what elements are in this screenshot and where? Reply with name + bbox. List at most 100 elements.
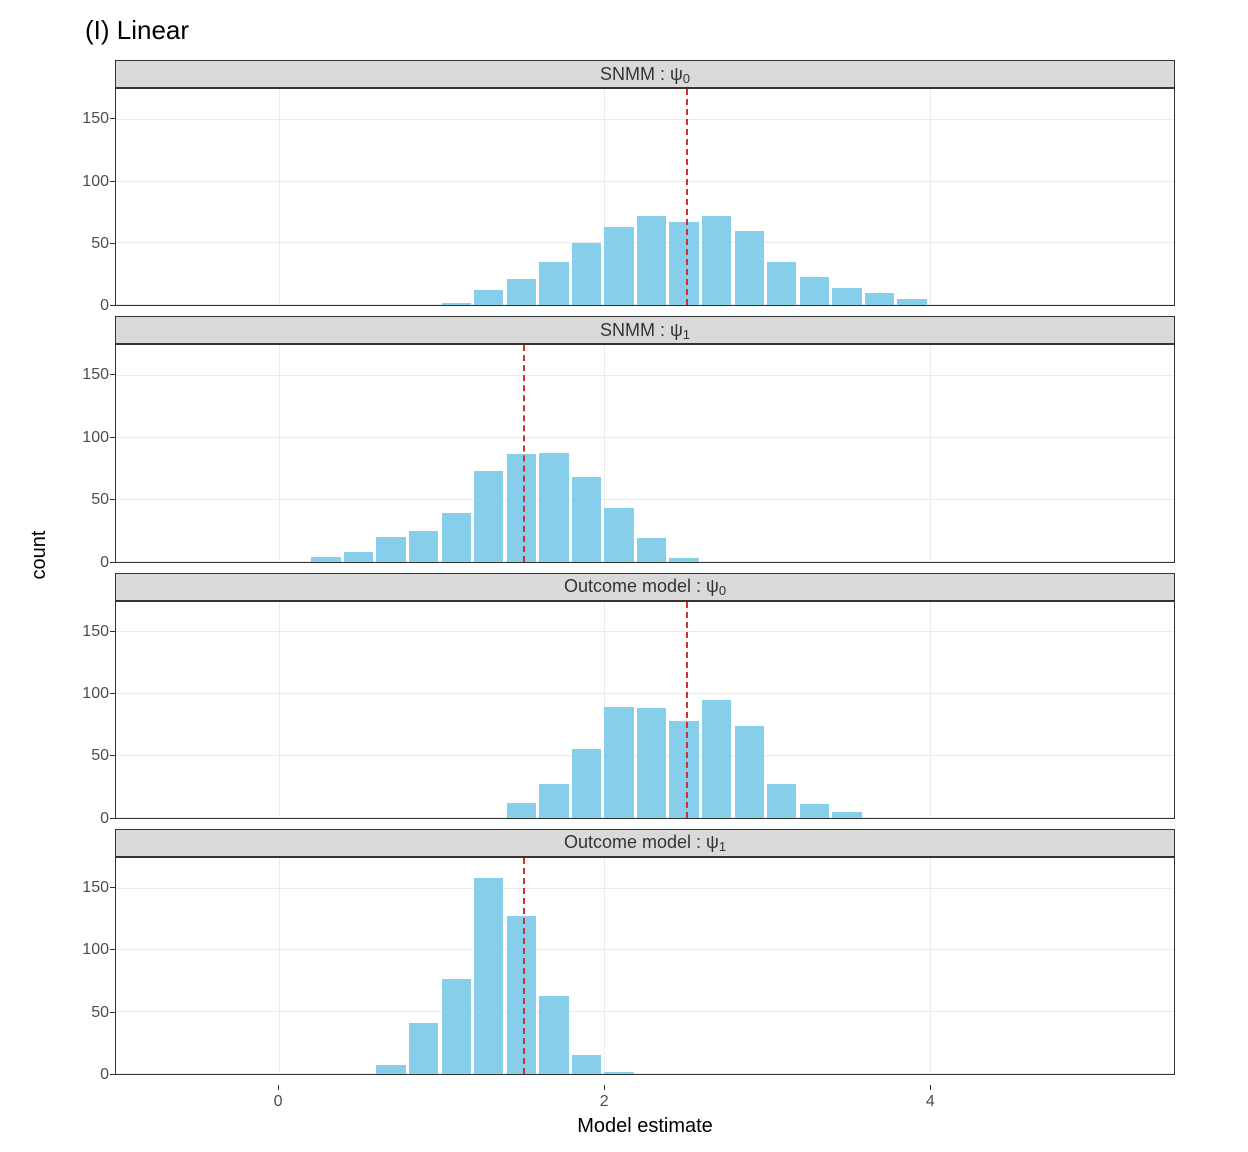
histogram-bar xyxy=(442,303,471,305)
gridline-h xyxy=(116,1073,1174,1074)
y-tick-label: 0 xyxy=(100,554,109,572)
x-tick-label: 4 xyxy=(926,1093,935,1111)
histogram-bar xyxy=(897,299,926,305)
histogram-bar xyxy=(800,804,829,818)
histogram-bar xyxy=(604,227,633,305)
facet-3: Outcome model : ψ1 xyxy=(115,829,1175,1075)
gridline-h xyxy=(116,375,1174,376)
histogram-bar xyxy=(669,558,698,562)
gridline-h xyxy=(116,499,1174,500)
strip-label: SNMM : ψ xyxy=(600,320,683,341)
gridline-h xyxy=(116,693,1174,694)
x-tick-mark xyxy=(604,1085,605,1090)
facet-1: SNMM : ψ1 xyxy=(115,316,1175,562)
strip-label: Outcome model : ψ xyxy=(564,832,719,853)
histogram-bar xyxy=(800,277,829,305)
histogram-bar xyxy=(539,996,568,1074)
y-tick-label: 0 xyxy=(100,810,109,828)
y-tick-label: 0 xyxy=(100,1066,109,1084)
x-tick-mark xyxy=(278,1085,279,1090)
histogram-bar xyxy=(702,700,731,817)
histogram-bar xyxy=(735,231,764,305)
strip-label: Outcome model : ψ xyxy=(564,576,719,597)
histogram-bar xyxy=(604,508,633,561)
panel xyxy=(115,88,1175,306)
facet-0: SNMM : ψ0 xyxy=(115,60,1175,306)
figure: (I) Linear count 05010015005010015005010… xyxy=(0,0,1248,1152)
y-axis-facet: 050100150 xyxy=(65,316,115,562)
strip-subscript: 0 xyxy=(683,71,690,86)
strip-subscript: 0 xyxy=(719,583,726,598)
panel xyxy=(115,601,1175,819)
histogram-bar xyxy=(637,538,666,561)
gridline-v xyxy=(930,345,931,561)
histogram-bar xyxy=(767,262,796,305)
y-tick-label: 100 xyxy=(82,685,109,703)
panel xyxy=(115,857,1175,1075)
strip-subscript: 1 xyxy=(719,839,726,854)
histogram-bar xyxy=(474,471,503,561)
histogram-bar xyxy=(832,812,861,818)
reference-vline xyxy=(686,89,688,305)
histogram-bar xyxy=(702,216,731,305)
y-tick-label: 50 xyxy=(91,1004,109,1022)
histogram-bar xyxy=(539,453,568,562)
gridline-v xyxy=(930,602,931,818)
histogram-bar xyxy=(376,1065,405,1074)
histogram-bar xyxy=(572,477,601,561)
gridline-h xyxy=(116,437,1174,438)
facet-strip: SNMM : ψ0 xyxy=(115,60,1175,88)
facet-strip: SNMM : ψ1 xyxy=(115,316,1175,344)
histogram-bar xyxy=(735,726,764,817)
histogram-bar xyxy=(572,243,601,305)
y-axis: 050100150050100150050100150050100150 xyxy=(65,60,115,1085)
y-tick-label: 150 xyxy=(82,879,109,897)
y-tick-label: 100 xyxy=(82,429,109,447)
histogram-bar xyxy=(507,454,536,562)
y-tick-label: 100 xyxy=(82,941,109,959)
histogram-bar xyxy=(604,707,633,818)
histogram-bar xyxy=(539,784,568,817)
histogram-bar xyxy=(669,222,698,305)
x-tick-label: 2 xyxy=(600,1093,609,1111)
y-tick-label: 50 xyxy=(91,747,109,765)
histogram-bar xyxy=(507,279,536,305)
histogram-bar xyxy=(507,803,536,818)
gridline-h xyxy=(116,1011,1174,1012)
histogram-bar xyxy=(311,557,340,562)
histogram-bar xyxy=(442,979,471,1074)
gridline-h xyxy=(116,631,1174,632)
histogram-bar xyxy=(572,1055,601,1074)
histogram-bar xyxy=(539,262,568,305)
strip-subscript: 1 xyxy=(683,327,690,342)
y-tick-label: 150 xyxy=(82,366,109,384)
histogram-bar xyxy=(637,708,666,818)
histogram-bar xyxy=(507,916,536,1074)
gridline-h xyxy=(116,119,1174,120)
histogram-bar xyxy=(442,513,471,561)
reference-vline xyxy=(523,858,525,1074)
facet-2: Outcome model : ψ0 xyxy=(115,573,1175,819)
gridline-v xyxy=(279,602,280,818)
histogram-bar xyxy=(637,216,666,305)
gridline-h xyxy=(116,888,1174,889)
y-tick-label: 100 xyxy=(82,173,109,191)
histogram-bar xyxy=(376,537,405,562)
facet-strip: Outcome model : ψ0 xyxy=(115,573,1175,601)
y-axis-label: count xyxy=(28,531,51,580)
gridline-h xyxy=(116,949,1174,950)
y-tick-label: 50 xyxy=(91,235,109,253)
gridline-v xyxy=(279,858,280,1074)
reference-vline xyxy=(523,345,525,561)
y-axis-facet: 050100150 xyxy=(65,60,115,306)
panel xyxy=(115,344,1175,562)
y-axis-facet: 050100150 xyxy=(65,573,115,819)
gridline-v xyxy=(930,858,931,1074)
gridline-v xyxy=(279,345,280,561)
reference-vline xyxy=(686,602,688,818)
x-tick-label: 0 xyxy=(274,1093,283,1111)
histogram-bar xyxy=(474,290,503,305)
plot-title: (I) Linear xyxy=(85,15,189,46)
histogram-bar xyxy=(669,721,698,817)
histogram-bar xyxy=(604,1072,633,1074)
